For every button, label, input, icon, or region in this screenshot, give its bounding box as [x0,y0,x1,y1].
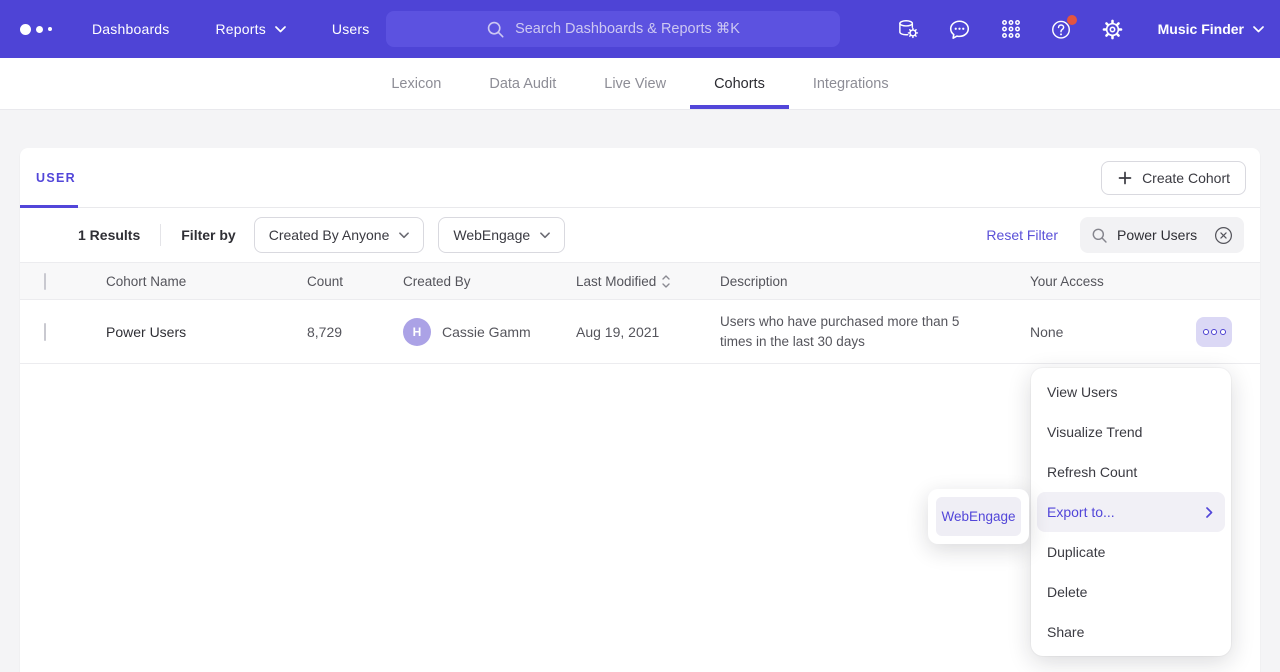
menu-item-view-users[interactable]: View Users [1031,372,1231,412]
reset-filter-link[interactable]: Reset Filter [986,227,1058,243]
data-management-icon[interactable] [897,17,921,41]
search-icon [486,20,505,39]
nav-reports-label: Reports [216,21,266,37]
tab-data-audit[interactable]: Data Audit [465,58,580,109]
sort-icon [662,275,670,288]
column-cohort-name: Cohort Name [106,274,307,289]
divider [160,224,161,246]
nav-dashboards[interactable]: Dashboards [92,21,170,37]
global-search-placeholder: Search Dashboards & Reports ⌘K [515,21,740,37]
column-count: Count [307,274,403,289]
column-description: Description [720,274,1030,289]
column-last-modified[interactable]: Last Modified [576,274,720,289]
settings-gear-icon[interactable] [1101,17,1125,41]
search-icon [1091,227,1108,244]
row-actions-menu: View Users Visualize Trend Refresh Count… [1031,368,1231,656]
help-icon[interactable] [1050,17,1074,41]
cohort-name-cell[interactable]: Power Users [106,324,307,340]
plus-icon [1117,170,1133,186]
tab-lexicon-label: Lexicon [391,76,441,92]
data-management-tabs: Lexicon Data Audit Live View Cohorts Int… [0,58,1280,110]
tab-lexicon[interactable]: Lexicon [367,58,465,109]
row-actions-button[interactable] [1196,317,1232,347]
last-modified-cell: Aug 19, 2021 [576,324,720,340]
cohort-type-tabs: USER Create Cohort [20,148,1260,208]
chevron-right-icon [1206,507,1213,518]
chevron-down-icon [540,232,550,239]
tab-data-audit-label: Data Audit [489,76,556,92]
cohort-search-box [1080,217,1244,253]
top-navigation-bar: Dashboards Reports Users Search Dashboar… [0,0,1280,58]
clear-search-icon[interactable] [1214,226,1233,245]
mixpanel-logo-icon[interactable] [20,24,52,35]
created-by-filter-dropdown[interactable]: Created By Anyone [254,217,425,253]
nav-dashboards-label: Dashboards [92,21,170,37]
menu-item-visualize-trend[interactable]: Visualize Trend [1031,412,1231,452]
row-checkbox[interactable] [44,323,46,341]
cohort-search-input[interactable] [1117,227,1205,243]
cohort-table-row[interactable]: Power Users 8,729 H Cassie Gamm Aug 19, … [20,300,1260,364]
created-by-filter-value: Created By Anyone [269,227,390,243]
created-by-name: Cassie Gamm [442,324,531,340]
project-selector[interactable]: Music Finder [1158,21,1264,37]
project-name-label: Music Finder [1158,21,1244,37]
source-filter-value: WebEngage [453,227,530,243]
tab-cohorts[interactable]: Cohorts [690,58,789,109]
chevron-down-icon [399,232,409,239]
create-cohort-label: Create Cohort [1142,170,1230,186]
primary-nav: Dashboards Reports Users [92,21,369,37]
chevron-down-icon [1253,26,1264,33]
menu-item-refresh-count[interactable]: Refresh Count [1031,452,1231,492]
menu-item-share[interactable]: Share [1031,612,1231,652]
nav-users-label: Users [332,21,370,37]
avatar: H [403,318,431,346]
created-by-cell: H Cassie Gamm [403,318,576,346]
submenu-item-webengage[interactable]: WebEngage [936,497,1021,536]
tab-user-label: USER [36,171,76,185]
apps-grid-icon[interactable] [999,17,1023,41]
tab-cohorts-label: Cohorts [714,76,765,92]
chevron-down-icon [275,26,286,33]
select-all-checkbox[interactable] [44,273,46,290]
cohort-count-cell: 8,729 [307,324,403,340]
filter-by-label: Filter by [181,227,235,243]
description-cell: Users who have purchased more than 5 tim… [720,312,960,351]
nav-reports[interactable]: Reports [216,21,286,37]
column-created-by: Created By [403,274,576,289]
column-your-access: Your Access [1030,274,1140,289]
cohort-table-header: Cohort Name Count Created By Last Modifi… [20,262,1260,300]
topbar-right-actions: Music Finder [897,0,1264,58]
tab-user-cohorts[interactable]: USER [20,148,92,207]
tab-integrations[interactable]: Integrations [789,58,913,109]
nav-users[interactable]: Users [332,21,370,37]
feedback-chat-icon[interactable] [948,17,972,41]
export-to-submenu: WebEngage [928,489,1029,544]
filter-toolbar: 1 Results Filter by Created By Anyone We… [20,208,1260,262]
menu-item-duplicate[interactable]: Duplicate [1031,532,1231,572]
help-notification-badge [1067,15,1077,25]
create-cohort-button[interactable]: Create Cohort [1101,161,1246,195]
menu-item-delete[interactable]: Delete [1031,572,1231,612]
source-filter-dropdown[interactable]: WebEngage [438,217,565,253]
column-last-modified-label: Last Modified [576,274,656,289]
menu-item-export-to-label: Export to... [1047,504,1115,520]
results-count: 1 Results [78,227,140,243]
tab-live-view-label: Live View [604,76,666,92]
tab-live-view[interactable]: Live View [580,58,690,109]
your-access-cell: None [1030,324,1140,340]
global-search-bar[interactable]: Search Dashboards & Reports ⌘K [386,11,840,47]
menu-item-export-to[interactable]: Export to... [1037,492,1225,532]
tab-integrations-label: Integrations [813,76,889,92]
